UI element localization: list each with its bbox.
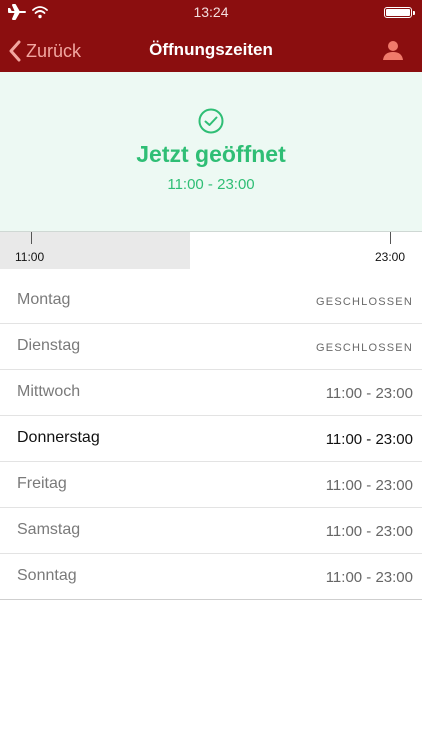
day-name: Samstag (17, 521, 81, 538)
timeline-start-label: 11:00 (15, 250, 45, 264)
chevron-left-icon (9, 40, 21, 62)
list-item-tuesday: Dienstag GESCHLOSSEN (0, 324, 422, 370)
list-item-saturday: Samstag 11:00 - 23:00 (0, 508, 422, 554)
back-button[interactable]: Zurück (8, 36, 81, 66)
day-name: Dienstag (17, 337, 81, 354)
check-circle-icon (198, 108, 224, 134)
list-item-thursday-today: Donnerstag 11:00 - 23:00 (0, 416, 422, 462)
day-hours: 11:00 - 23:00 (325, 431, 413, 448)
timeline-start-tick (31, 232, 32, 244)
timeline-end-label: 23:00 (375, 250, 406, 264)
day-hours: GESCHLOSSEN (316, 296, 413, 308)
timeline-end-tick (390, 232, 391, 244)
list-item-wednesday: Mittwoch 11:00 - 23:00 (0, 370, 422, 416)
user-icon[interactable] (382, 39, 404, 61)
list-item-monday: Montag GESCHLOSSEN (0, 278, 422, 324)
list-item-sunday: Sonntag 11:00 - 23:00 (0, 554, 422, 600)
battery-icon (384, 7, 415, 18)
back-button-label: Zurück (26, 40, 82, 61)
day-hours: 11:00 - 23:00 (325, 569, 413, 586)
day-hours: 11:00 - 23:00 (325, 523, 413, 540)
status-bar: 13:24 (0, 0, 422, 24)
day-name: Freitag (17, 475, 67, 492)
day-hours: 11:00 - 23:00 (325, 477, 413, 494)
opening-timeline: 11:00 23:00 (0, 232, 422, 270)
open-status-hours: 11:00 - 23:00 (167, 176, 255, 193)
status-time: 13:24 (193, 4, 229, 20)
day-hours: GESCHLOSSEN (316, 342, 413, 354)
day-hours: 11:00 - 23:00 (325, 385, 413, 402)
day-name: Donnerstag (17, 429, 100, 446)
day-name: Sonntag (17, 567, 77, 584)
list-item-friday: Freitag 11:00 - 23:00 (0, 462, 422, 508)
day-name: Mittwoch (17, 383, 81, 400)
navigation-bar: 13:24 Zurück Öffnungszeiten (0, 0, 422, 72)
opening-hours-list: Montag GESCHLOSSEN Dienstag GESCHLOSSEN … (0, 278, 422, 600)
open-status-text: Jetzt geöffnet (136, 141, 286, 167)
day-name: Montag (17, 291, 71, 308)
